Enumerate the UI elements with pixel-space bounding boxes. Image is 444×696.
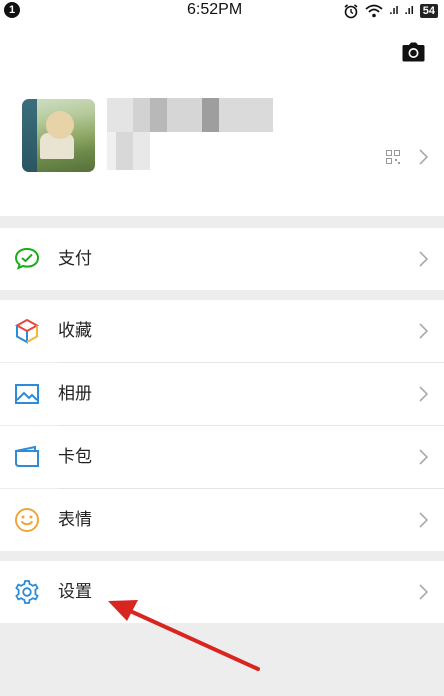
chevron-right-icon [419,386,428,402]
cube-icon [14,318,40,344]
alarm-icon [344,4,358,19]
status-icons: .ıl .ıl 54 [343,2,438,20]
menu-label-pay: 支付 [58,249,92,269]
signal-strength-2: .ıl [404,5,414,17]
menu-label-favorites: 收藏 [58,321,92,341]
menu-item-album[interactable]: 相册 [0,363,444,425]
status-time: 6:52PM [187,1,243,18]
menu-item-pay[interactable]: 支付 [0,228,444,290]
menu-label-cards: 卡包 [58,447,92,467]
battery-level: 54 [419,4,438,18]
chevron-right-icon [419,584,428,600]
menu-item-settings[interactable]: 设置 [0,561,444,623]
wechat-pay-icon [14,247,40,270]
menu-item-cards[interactable]: 卡包 [0,426,444,488]
blurred-name [107,98,273,170]
card-icon [15,445,39,467]
image-icon [15,384,39,404]
chevron-right-icon [419,149,428,165]
menu-item-favorites[interactable]: 收藏 [0,300,444,362]
gear-icon [15,580,39,604]
profile-header[interactable] [0,22,444,216]
camera-icon[interactable] [402,42,425,62]
chevron-right-icon [419,512,428,528]
chevron-right-icon [419,449,428,465]
status-bar: 1 6:52PM .ıl .ıl 54 [0,0,444,22]
smiley-icon [15,508,39,532]
menu-label-album: 相册 [58,384,92,404]
menu-label-stickers: 表情 [58,510,92,530]
qr-code-icon[interactable] [386,150,400,164]
notification-badge: 1 [4,2,20,18]
chevron-right-icon [419,323,428,339]
signal-strength-1: .ıl [389,5,399,17]
menu-item-stickers[interactable]: 表情 [0,489,444,551]
menu-label-settings: 设置 [58,582,92,602]
avatar[interactable] [22,99,95,172]
chevron-right-icon [419,251,428,267]
wifi-icon [365,4,383,18]
